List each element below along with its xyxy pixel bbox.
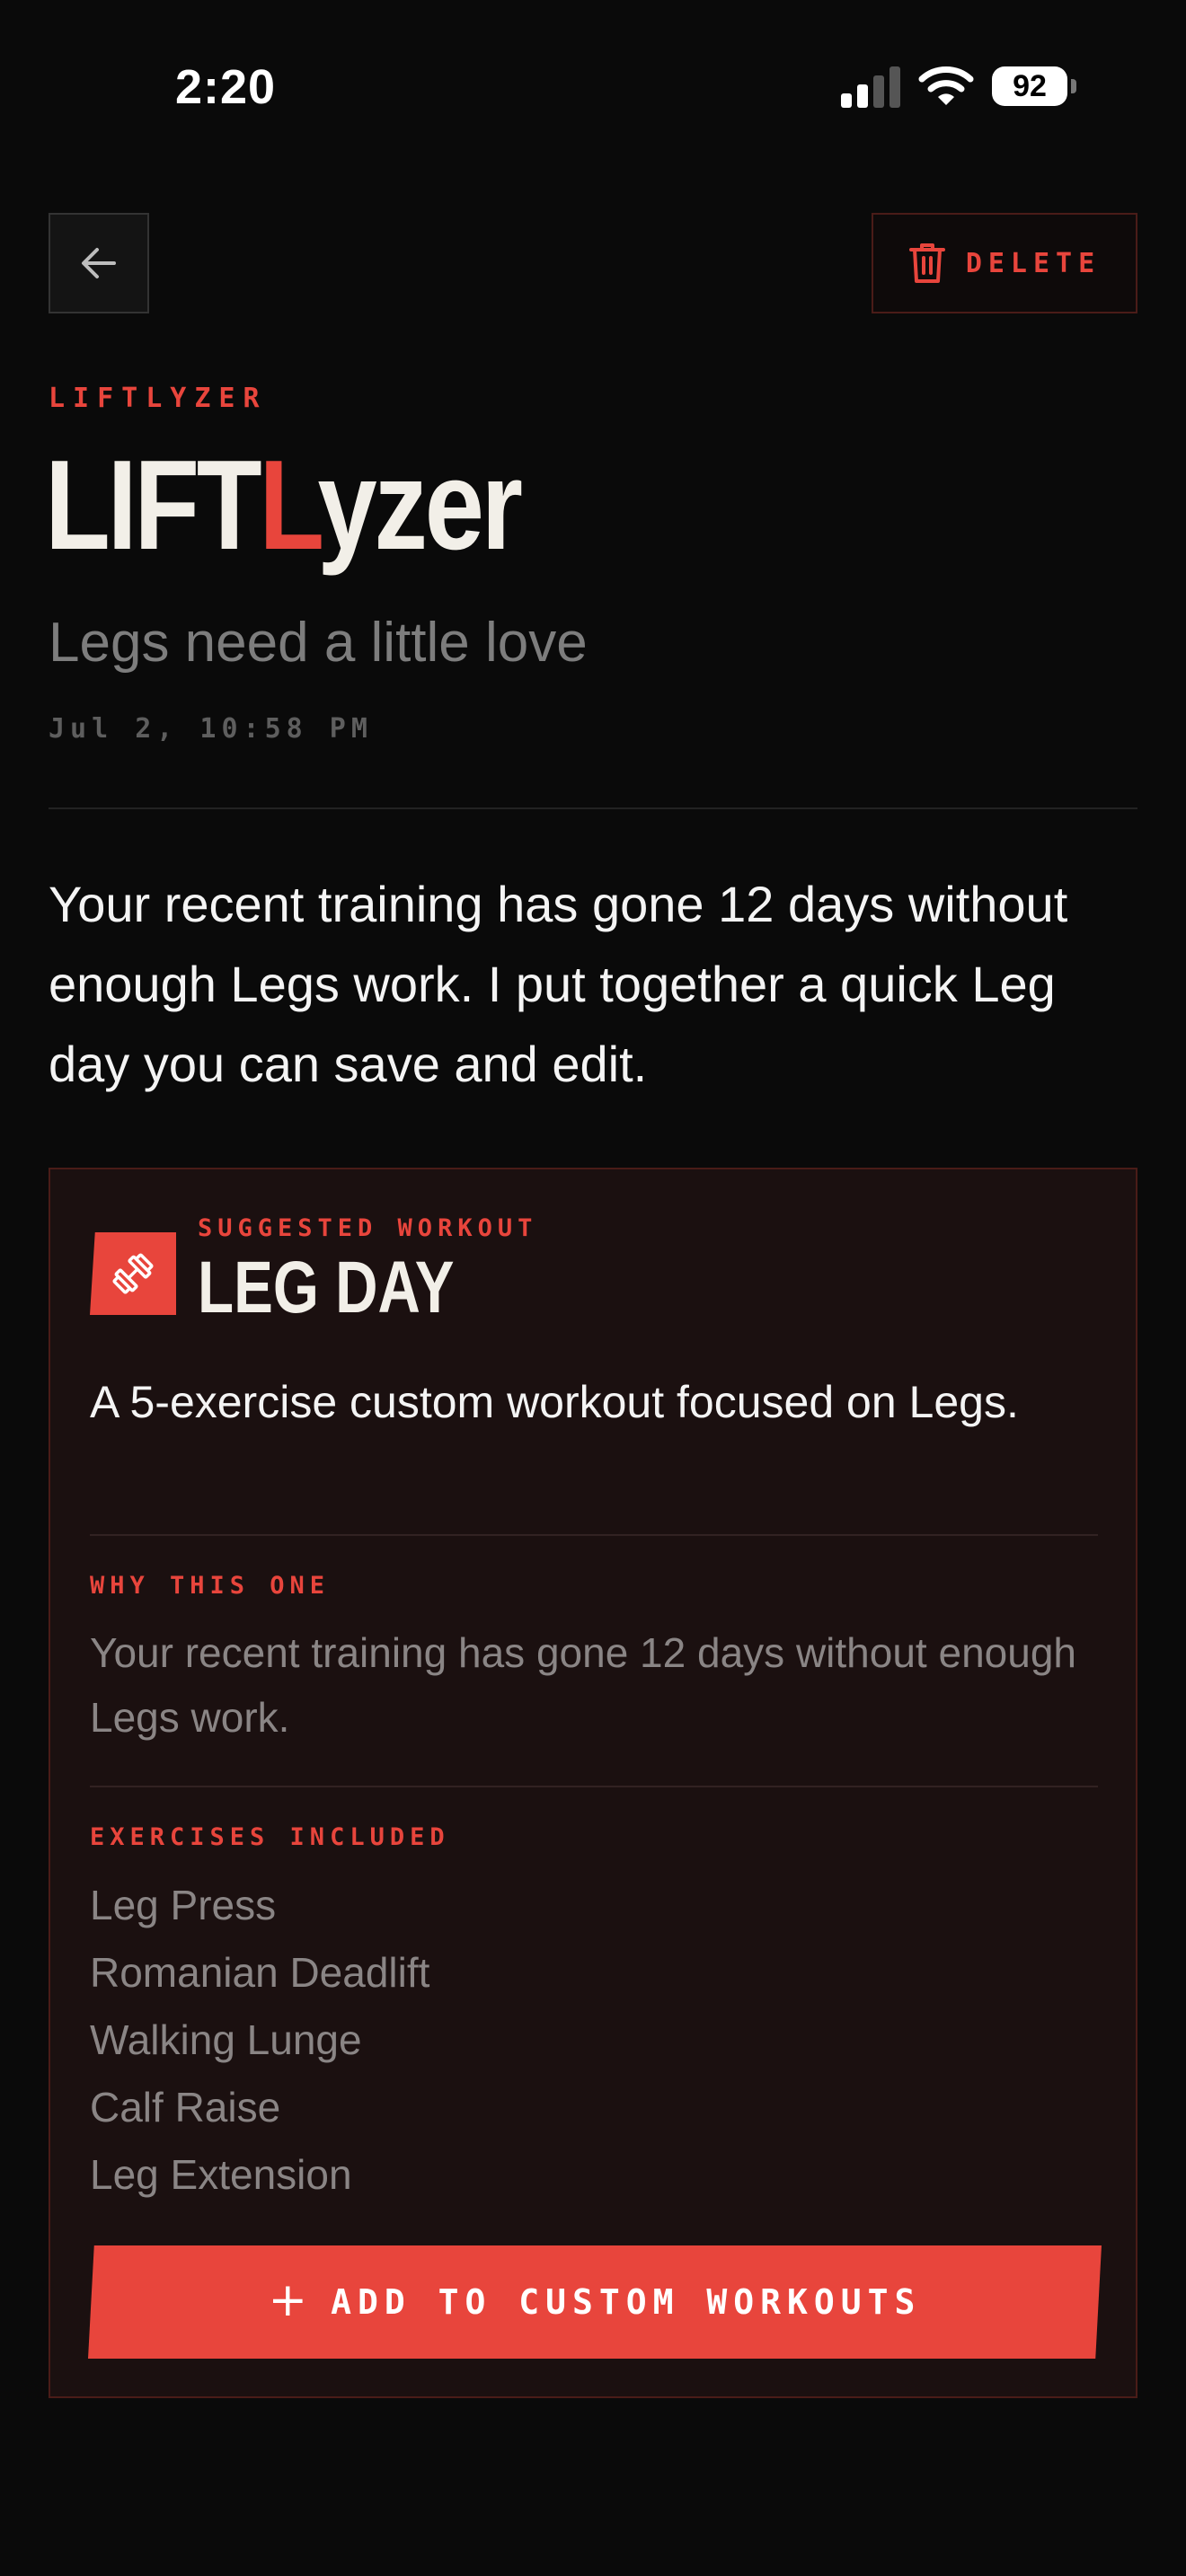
exercises-label: EXERCISES INCLUDED: [90, 1823, 450, 1851]
trash-icon: [908, 243, 945, 283]
wifi-icon: [918, 66, 974, 105]
add-button-label: ADD TO CUSTOM WORKOUTS: [331, 2282, 922, 2322]
battery-cap: [1071, 79, 1076, 93]
brand-title-prefix: LIFT: [45, 434, 262, 577]
header-divider: [49, 807, 1137, 809]
card-eyebrow: SUGGESTED WORKOUT: [198, 1214, 538, 1242]
card-divider: [90, 1786, 1098, 1787]
battery-icon: 92: [992, 66, 1067, 106]
arrow-left-icon: [82, 248, 116, 278]
insight-timestamp: Jul 2, 10:58 PM: [49, 713, 373, 745]
brand-title-suffix: yzer: [317, 434, 523, 577]
card-divider: [90, 1534, 1098, 1536]
card-title: LEG DAY: [198, 1247, 455, 1328]
suggested-workout-card: SUGGESTED WORKOUT LEG DAY A 5-exercise c…: [49, 1168, 1137, 2398]
list-item: Leg Extension: [90, 2151, 352, 2198]
list-item: Leg Press: [90, 1882, 277, 1928]
card-description: A 5-exercise custom workout focused on L…: [90, 1377, 1019, 1427]
list-item: Romanian Deadlift: [90, 1949, 430, 1996]
brand-title-accent: L: [259, 434, 320, 577]
add-to-custom-workouts-button[interactable]: + ADD TO CUSTOM WORKOUTS: [88, 2245, 1102, 2359]
cellular-signal-icon: [841, 66, 900, 108]
dumbbell-icon: [112, 1253, 154, 1294]
battery-level: 92: [1013, 68, 1047, 103]
status-time: 2:20: [175, 60, 277, 114]
list-item: Calf Raise: [90, 2084, 281, 2130]
insight-message: Your recent training has gone 12 days wi…: [49, 876, 1068, 1092]
why-label: WHY THIS ONE: [90, 1572, 331, 1600]
list-item: Walking Lunge: [90, 2016, 362, 2063]
brand-title: LIFTLyzer: [45, 438, 523, 573]
insight-eyebrow: LIFTLYZER: [49, 383, 268, 414]
plus-icon: +: [268, 2273, 308, 2327]
why-text: Your recent training has gone 12 days wi…: [90, 1629, 1076, 1741]
insight-subtitle: Legs need a little love: [49, 612, 588, 674]
delete-button[interactable]: DELETE: [872, 213, 1137, 313]
exercise-list: Leg Press Romanian Deadlift Walking Lung…: [90, 1872, 1087, 2209]
delete-label: DELETE: [965, 247, 1102, 279]
workout-icon-tile: [90, 1232, 176, 1315]
status-bar: 2:20 92: [0, 52, 1186, 124]
back-button[interactable]: [49, 213, 149, 313]
